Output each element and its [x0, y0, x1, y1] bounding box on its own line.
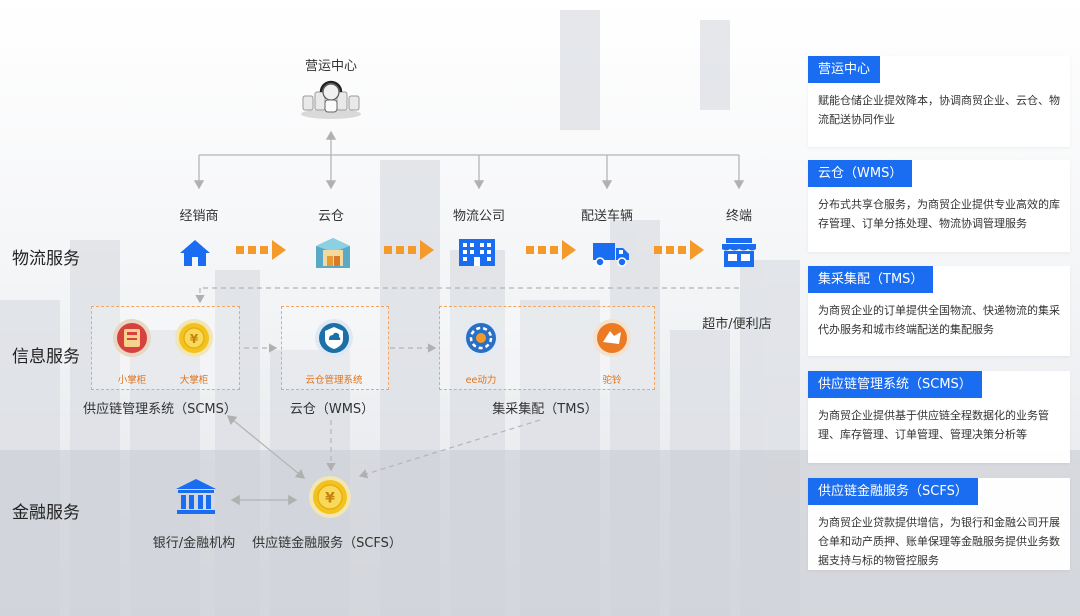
tms-item-label-ee: ee动力 — [465, 375, 497, 386]
panel-title: 云仓（WMS） — [808, 160, 913, 187]
tms-item-label-tuoling: 驼铃 — [602, 375, 622, 386]
panel-title: 供应链金融服务（SCFS） — [808, 478, 978, 505]
svg-text:¥: ¥ — [190, 332, 199, 346]
panel-body: 为商贸企业的订单提供全国物流、快递物流的集采代办服务和城市终端配送的集配服务 — [818, 304, 1060, 336]
panel-scfs: 供应链金融服务（SCFS） 为商贸企业贷款提供增信，为银行和金融公司开展仓单和动… — [808, 478, 1070, 570]
gold-coin-icon: ¥ — [308, 475, 352, 523]
scfs-label: 供应链金融服务（SCFS） — [252, 536, 402, 551]
panel-body: 赋能仓储企业提效降本，协调商贸企业、云仓、物流配送协同作业 — [818, 94, 1060, 126]
house-icon — [178, 238, 212, 272]
node-label-cloud-warehouse: 云仓 — [317, 209, 345, 224]
big-shopkeeper-icon: ¥ — [174, 318, 214, 362]
scms-item-label-small: 小掌柜 — [117, 375, 147, 386]
store-icon — [720, 237, 758, 273]
call-center-icon — [299, 80, 363, 124]
office-building-icon — [458, 235, 496, 271]
tms-caption: 集采集配（TMS） — [492, 402, 598, 417]
node-label-delivery-vehicle: 配送车辆 — [580, 209, 634, 224]
panel-body: 为商贸企业提供基于供应链全程数据化的业务管理、库存管理、订单管理、管理决策分析等 — [818, 409, 1049, 441]
row-label-logistics: 物流服务 — [12, 249, 80, 269]
warehouse-icon — [314, 236, 352, 274]
scms-item-label-big: 大掌柜 — [179, 375, 209, 386]
panel-ops-center: 营运中心 赋能仓储企业提效降本，协调商贸企业、云仓、物流配送协同作业 — [808, 56, 1070, 147]
row-label-info: 信息服务 — [12, 347, 80, 367]
service-architecture-diagram: 营运中心 物流服务 信息服务 金融服务 经销商 云仓 物流公司 配送车辆 终端 — [0, 0, 1080, 616]
scms-caption: 供应链管理系统（SCMS） — [83, 402, 237, 417]
row-label-finance: 金融服务 — [12, 503, 80, 523]
terminal-subtitle: 超市/便利店 — [702, 317, 772, 332]
panel-tms: 集采集配（TMS） 为商贸企业的订单提供全国物流、快递物流的集采代办服务和城市终… — [808, 266, 1070, 356]
bank-label: 银行/金融机构 — [152, 536, 236, 551]
node-label-logistics-company: 物流公司 — [452, 209, 506, 224]
wms-item-label: 云仓管理系统 — [305, 375, 363, 386]
panel-wms: 云仓（WMS） 分布式共享仓服务，为商贸企业提供专业高效的库存管理、订单分拣处理… — [808, 160, 1070, 252]
ops-center-label: 营运中心 — [304, 59, 358, 74]
panel-body: 分布式共享仓服务，为商贸企业提供专业高效的库存管理、订单分拣处理、物流协调管理服… — [818, 198, 1060, 230]
small-shopkeeper-icon — [112, 318, 152, 362]
ops-center-connector — [193, 130, 745, 190]
panel-scms: 供应链管理系统（SCMS） 为商贸企业提供基于供应链全程数据化的业务管理、库存管… — [808, 371, 1070, 463]
panel-title: 营运中心 — [808, 56, 881, 83]
cloud-warehouse-system-icon — [314, 318, 354, 362]
svg-text:¥: ¥ — [325, 491, 335, 507]
node-label-terminal: 终端 — [725, 209, 753, 224]
camel-bell-icon — [592, 318, 632, 362]
node-label-distributor: 经销商 — [179, 209, 219, 224]
panel-body: 为商贸企业贷款提供增信，为银行和金融公司开展仓单和动产质押、账单保理等金融服务提… — [818, 516, 1060, 567]
wms-caption: 云仓（WMS） — [289, 402, 375, 417]
panel-title: 供应链管理系统（SCMS） — [808, 371, 982, 398]
finance-links — [226, 415, 306, 506]
ee-power-icon — [461, 318, 501, 362]
panel-title: 集采集配（TMS） — [808, 266, 934, 293]
bank-building-icon — [175, 478, 217, 520]
delivery-truck-icon — [592, 240, 630, 272]
